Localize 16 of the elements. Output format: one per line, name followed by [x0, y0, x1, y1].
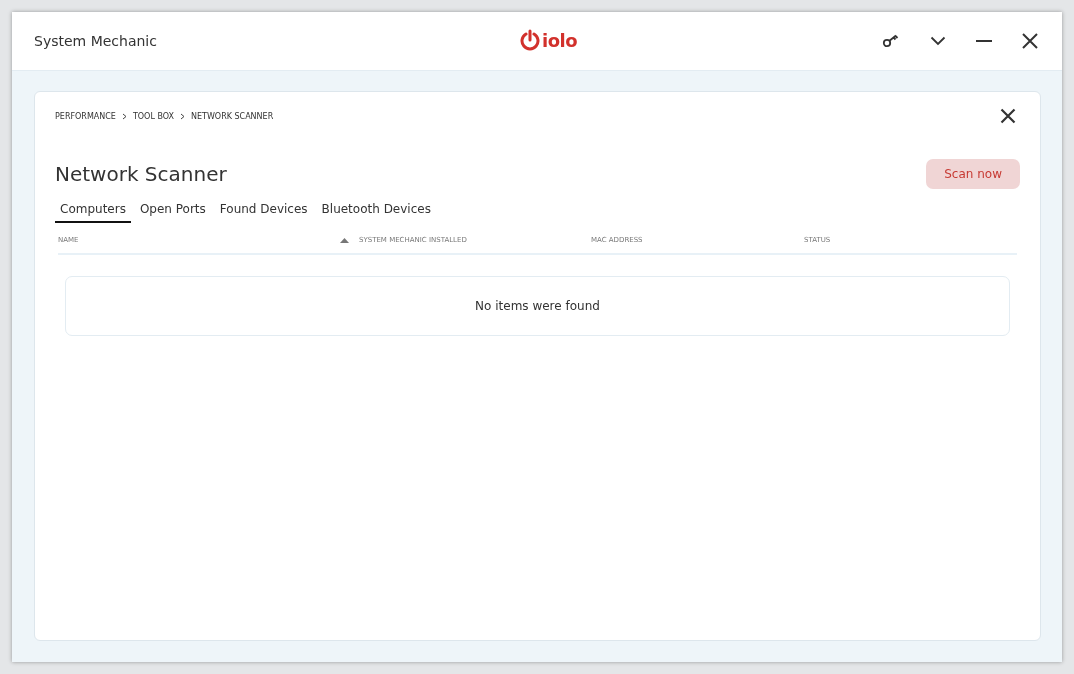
page-title: Network Scanner	[55, 162, 227, 186]
chevron-right-icon	[121, 112, 127, 120]
logo: iolo	[520, 29, 578, 51]
empty-message: No items were found	[475, 299, 600, 313]
scan-now-button[interactable]: Scan now	[926, 159, 1020, 189]
breadcrumb-link[interactable]: TOOL BOX	[132, 111, 174, 121]
tab[interactable]: Found Devices	[214, 198, 313, 223]
window-title: System Mechanic	[34, 33, 157, 49]
sort-up-icon[interactable]	[340, 237, 349, 243]
breadcrumb-link[interactable]: PERFORMANCE	[55, 111, 116, 121]
tab[interactable]: Bluetooth Devices	[316, 198, 436, 223]
tab[interactable]: Open Ports	[134, 198, 211, 223]
power-icon	[520, 29, 540, 51]
breadcrumb-link[interactable]: NETWORK SCANNER	[191, 111, 274, 121]
chevron-right-icon	[180, 112, 185, 120]
tab[interactable]: Computers	[55, 198, 131, 223]
